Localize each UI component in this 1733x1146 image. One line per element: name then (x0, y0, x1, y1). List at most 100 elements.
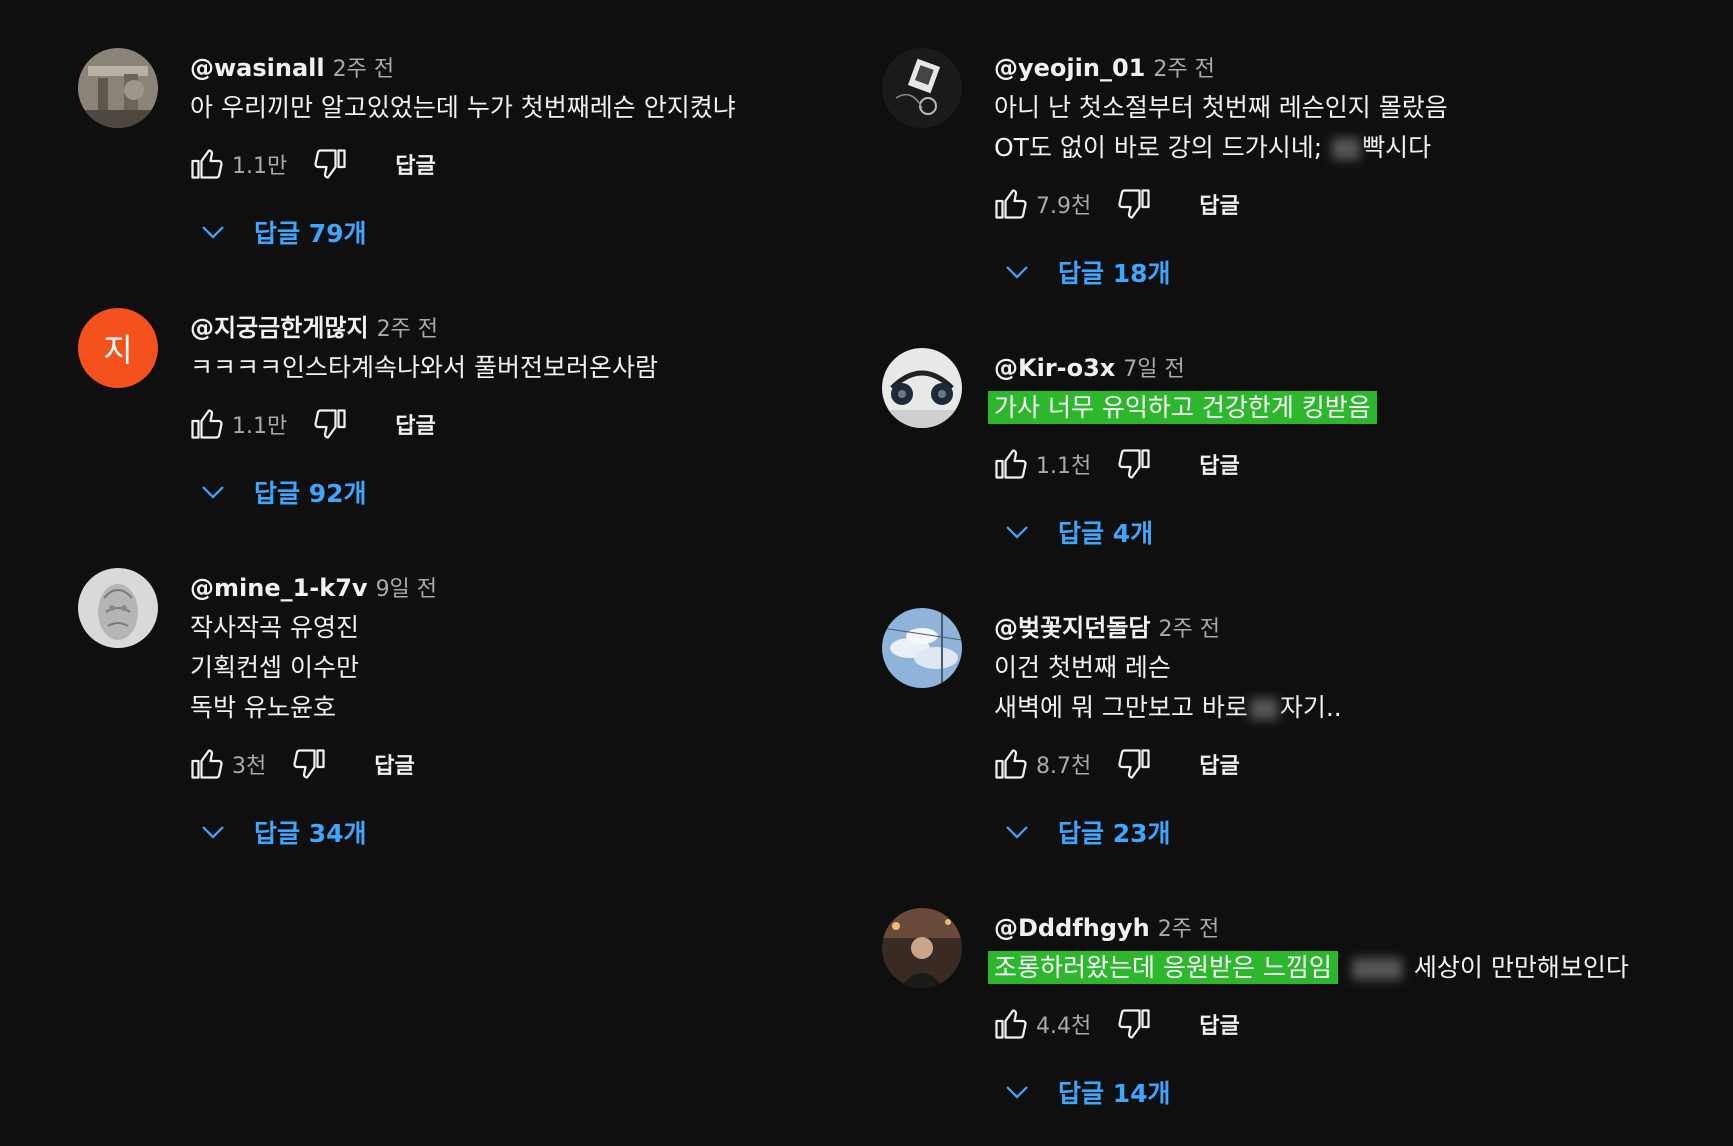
comment-time[interactable]: 2주 전 (1158, 917, 1219, 942)
like-button[interactable] (186, 144, 226, 184)
avatar-image-icon (78, 48, 158, 128)
comment-segment: 새벽에 뭐 그만보고 바로 (994, 693, 1248, 722)
comment-actions: 1.1만 답글 (190, 394, 890, 454)
comment-time[interactable]: 2주 전 (1158, 617, 1219, 642)
avatar[interactable] (882, 48, 962, 128)
comment-line: 작사작곡 유영진 (190, 613, 359, 642)
reply-button[interactable]: 답글 (374, 748, 414, 780)
like-count: 7.9천 (1036, 194, 1092, 219)
view-replies-button[interactable]: 답글 23개 (994, 802, 1694, 862)
like-count: 4.4천 (1036, 1014, 1092, 1039)
thumbs-up-icon (995, 749, 1027, 779)
dislike-button[interactable] (1115, 1004, 1155, 1044)
comment-line: 가사 너무 유익하고 건강한게 킹받음 (988, 388, 1694, 428)
comment-header: @wasinall 2주 전 (190, 48, 890, 88)
replies-count-label: 답글 18개 (1058, 259, 1171, 288)
comment-author[interactable]: @Dddfhgyh (994, 914, 1150, 942)
dislike-button[interactable] (311, 404, 351, 444)
comment-actions: 1.1천 답글 (994, 434, 1694, 494)
comment-actions: 1.1만 답글 (190, 134, 890, 194)
reply-button[interactable]: 답글 (1199, 748, 1239, 780)
thumbs-down-icon (314, 409, 346, 439)
like-button[interactable] (990, 184, 1030, 224)
thumbs-down-icon (1118, 749, 1150, 779)
comment-time[interactable]: 2주 전 (1153, 57, 1214, 82)
reply-button[interactable]: 답글 (395, 408, 435, 440)
thumbs-down-icon (293, 749, 325, 779)
comment-author[interactable]: @벚꽃지던돌담 (994, 614, 1150, 642)
dislike-button[interactable] (1115, 184, 1155, 224)
blurred-text (1249, 698, 1278, 720)
comment-author[interactable]: @Kir-o3x (994, 354, 1115, 382)
comment-author[interactable]: @wasinall (190, 54, 325, 82)
like-button[interactable] (990, 444, 1030, 484)
reply-button[interactable]: 답글 (1199, 448, 1239, 480)
comment-body: @벚꽃지던돌담 2주 전 이건 첫번째 레슨 새벽에 뭐 그만보고 바로 자기.. … (994, 608, 1694, 862)
avatar[interactable] (882, 348, 962, 428)
like-button[interactable] (186, 744, 226, 784)
thumbs-up-icon (995, 189, 1027, 219)
thumbs-down-icon (1118, 449, 1150, 479)
comment-body: @yeojin_01 2주 전 아니 난 첫소절부터 첫번째 레슨인지 몰랐음 O… (994, 48, 1694, 302)
comment-time[interactable]: 2주 전 (333, 57, 394, 82)
comment-text: 아니 난 첫소절부터 첫번째 레슨인지 몰랐음 OT도 없이 바로 강의 드가시… (994, 88, 1694, 168)
thumbs-up-icon (995, 1009, 1027, 1039)
comment-segment: 세상이 만만해보인다 (1413, 953, 1629, 982)
like-count: 8.7천 (1036, 754, 1092, 779)
like-button[interactable] (186, 404, 226, 444)
comment-text: 가사 너무 유익하고 건강한게 킹받음 (988, 388, 1694, 428)
avatar[interactable] (882, 608, 962, 688)
chevron-down-icon (196, 215, 230, 249)
comment-author[interactable]: @yeojin_01 (994, 54, 1145, 82)
avatar-image-icon (882, 908, 962, 988)
reply-button[interactable]: 답글 (395, 148, 435, 180)
comment-segment: OT도 없이 바로 강의 드가시네; (994, 133, 1323, 162)
replies-count-label: 답글 23개 (1058, 819, 1171, 848)
like-button[interactable] (990, 1004, 1030, 1044)
avatar[interactable] (882, 908, 962, 988)
comment-author[interactable]: @mine_1-k7v (190, 574, 368, 602)
comment-text: 아 우리끼만 알고있었는데 누가 첫번째레슨 안지켰냐 (190, 88, 890, 128)
comment-line: 조롱하러왔는데 응원받은 느낌임 세상이 만만해보인다 (988, 948, 1694, 988)
comment-actions: 8.7천 답글 (994, 734, 1694, 794)
reply-button[interactable]: 답글 (1199, 188, 1239, 220)
view-replies-button[interactable]: 답글 18개 (994, 242, 1694, 302)
comment-header: @yeojin_01 2주 전 (994, 48, 1694, 88)
dislike-button[interactable] (290, 744, 330, 784)
comment-actions: 7.9천 답글 (994, 174, 1694, 234)
comment-time[interactable]: 9일 전 (376, 577, 437, 602)
comment-time[interactable]: 2주 전 (377, 317, 438, 342)
avatar-image-icon (882, 608, 962, 688)
dislike-button[interactable] (311, 144, 351, 184)
comment-time[interactable]: 7일 전 (1123, 357, 1184, 382)
comment-actions: 3천 답글 (190, 734, 890, 794)
comment-body: @Kir-o3x 7일 전 가사 너무 유익하고 건강한게 킹받음 1.1천 답글 (988, 348, 1694, 562)
view-replies-button[interactable]: 답글 79개 (190, 202, 890, 262)
chevron-down-icon (196, 475, 230, 509)
comment-text: 작사작곡 유영진 기획컨셉 이수만 독박 유노윤호 (190, 608, 890, 728)
chevron-down-icon (1000, 1075, 1034, 1109)
view-replies-button[interactable]: 답글 14개 (994, 1062, 1694, 1122)
comment-line: 이건 첫번째 레슨 (994, 653, 1171, 682)
avatar[interactable] (78, 568, 158, 648)
comment-text: ㅋㅋㅋㅋ인스타계속나와서 풀버전보러온사람 (190, 348, 890, 388)
highlighted-text: 가사 너무 유익하고 건강한게 킹받음 (988, 391, 1377, 424)
view-replies-button[interactable]: 답글 4개 (994, 502, 1694, 562)
avatar[interactable] (78, 48, 158, 128)
comment-body: @지궁금한게많지 2주 전 ㅋㅋㅋㅋ인스타계속나와서 풀버전보러온사람 1.1만 … (190, 308, 890, 522)
comment-author[interactable]: @지궁금한게많지 (190, 314, 369, 342)
avatar-image-icon (882, 348, 962, 428)
comment-line: OT도 없이 바로 강의 드가시네; 빡시다 (994, 128, 1694, 168)
like-count: 1.1천 (1036, 454, 1092, 479)
thumbs-down-icon (1118, 189, 1150, 219)
reply-button[interactable]: 답글 (1199, 1008, 1239, 1040)
comment-text: 이건 첫번째 레슨 새벽에 뭐 그만보고 바로 자기.. (994, 648, 1694, 728)
view-replies-button[interactable]: 답글 92개 (190, 462, 890, 522)
dislike-button[interactable] (1115, 444, 1155, 484)
like-button[interactable] (990, 744, 1030, 784)
avatar[interactable]: 지 (78, 308, 158, 388)
view-replies-button[interactable]: 답글 34개 (190, 802, 890, 862)
avatar-image-icon (882, 48, 962, 128)
avatar-letter: 지 (103, 331, 133, 369)
dislike-button[interactable] (1115, 744, 1155, 784)
